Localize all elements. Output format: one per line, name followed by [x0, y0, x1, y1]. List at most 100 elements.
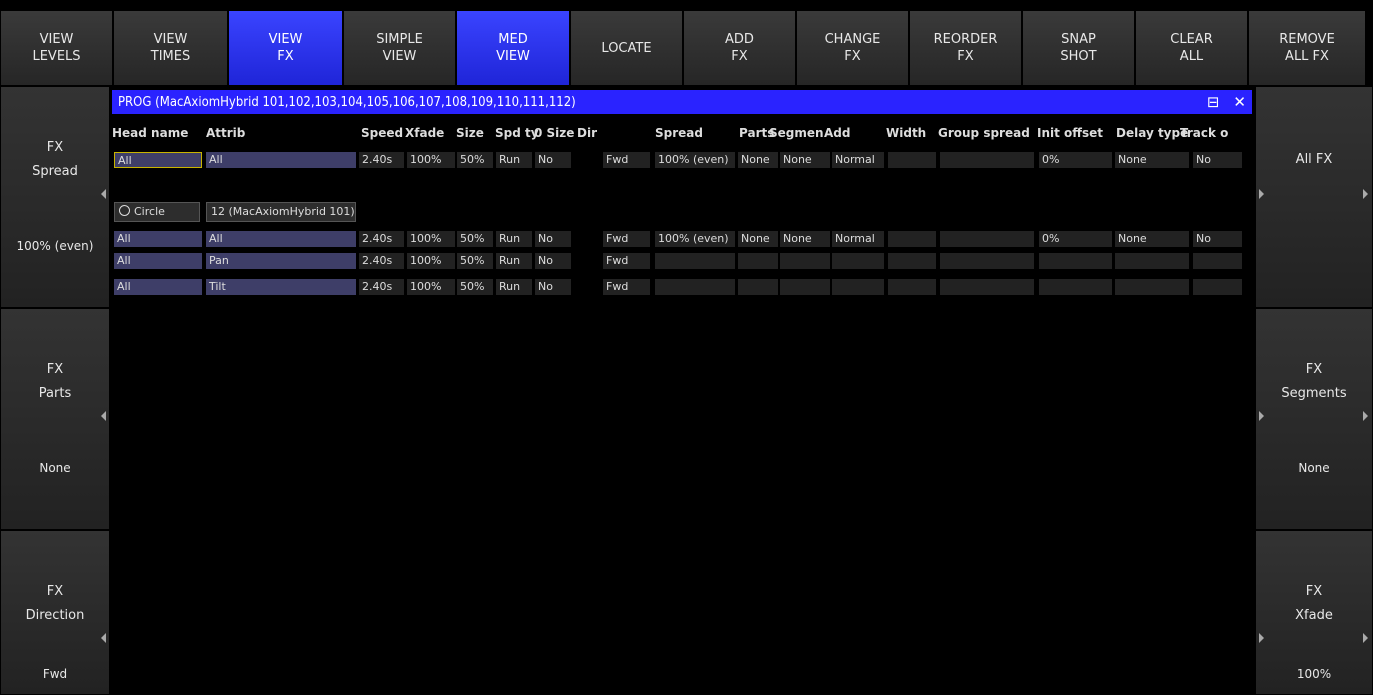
table-cell[interactable]: [940, 152, 1034, 168]
right-softkey-fx-xfade[interactable]: FX Xfade 100%: [1255, 530, 1373, 695]
table-cell[interactable]: No: [1193, 152, 1242, 168]
right-softkey-fx-segments[interactable]: FX Segments None: [1255, 308, 1373, 530]
toolbar-button-locate[interactable]: LOCATE: [570, 10, 683, 86]
table-cell[interactable]: 2.40s: [359, 253, 404, 269]
left-softkey-fx-direction[interactable]: FX Direction Fwd: [0, 530, 110, 695]
table-cell[interactable]: [780, 279, 830, 295]
column-header[interactable]: Head name: [112, 126, 188, 140]
column-header[interactable]: Delay type: [1116, 126, 1188, 140]
minimize-icon[interactable]: ⊟: [1207, 93, 1220, 111]
toolbar-button-clear-all[interactable]: CLEAR ALL: [1135, 10, 1248, 86]
toolbar-button-remove-all-fx[interactable]: REMOVE ALL FX: [1248, 10, 1366, 86]
table-cell[interactable]: All: [114, 231, 202, 247]
table-cell[interactable]: [1039, 253, 1112, 269]
column-header[interactable]: Spread: [655, 126, 703, 140]
column-header[interactable]: Add: [824, 126, 850, 140]
column-header[interactable]: Attrib: [206, 126, 245, 140]
left-softkey-fx-parts[interactable]: FX Parts None: [0, 308, 110, 530]
table-cell[interactable]: 2.40s: [359, 152, 404, 168]
column-header[interactable]: Width: [886, 126, 926, 140]
table-cell[interactable]: 0%: [1039, 152, 1112, 168]
table-cell[interactable]: Fwd: [603, 231, 650, 247]
table-cell[interactable]: [940, 231, 1034, 247]
column-header[interactable]: Track o: [1180, 126, 1228, 140]
table-cell[interactable]: 100%: [407, 231, 455, 247]
table-cell[interactable]: [888, 231, 936, 247]
table-cell[interactable]: Fwd: [603, 253, 650, 269]
column-header[interactable]: Dir: [577, 126, 597, 140]
table-cell[interactable]: 100%: [407, 152, 455, 168]
table-cell[interactable]: 100%: [407, 279, 455, 295]
table-cell[interactable]: No: [535, 152, 571, 168]
table-cell[interactable]: None: [780, 152, 830, 168]
toolbar-button-simple-view[interactable]: SIMPLE VIEW: [343, 10, 456, 86]
table-cell[interactable]: Normal: [832, 152, 884, 168]
circle-button[interactable]: Circle: [114, 202, 200, 222]
table-cell[interactable]: No: [535, 253, 571, 269]
column-header[interactable]: Speed: [361, 126, 403, 140]
table-cell[interactable]: No: [1193, 231, 1242, 247]
table-cell[interactable]: No: [535, 279, 571, 295]
table-cell[interactable]: 50%: [457, 231, 493, 247]
column-header[interactable]: Segmen: [769, 126, 824, 140]
table-cell[interactable]: None: [1115, 231, 1189, 247]
toolbar-button-reorder-fx[interactable]: REORDER FX: [909, 10, 1022, 86]
table-cell[interactable]: 100%: [407, 253, 455, 269]
toolbar-button-add-fx[interactable]: ADD FX: [683, 10, 796, 86]
table-cell[interactable]: 50%: [457, 253, 493, 269]
table-cell[interactable]: Run: [496, 152, 532, 168]
column-header[interactable]: Group spread: [938, 126, 1030, 140]
toolbar-button-view-fx[interactable]: VIEW FX: [228, 10, 343, 86]
table-cell[interactable]: Run: [496, 253, 532, 269]
table-cell[interactable]: None: [738, 231, 778, 247]
table-cell[interactable]: None: [780, 231, 830, 247]
table-cell[interactable]: Run: [496, 231, 532, 247]
toolbar-button-view-times[interactable]: VIEW TIMES: [113, 10, 228, 86]
column-header[interactable]: Size: [456, 126, 484, 140]
toolbar-button-view-levels[interactable]: VIEW LEVELS: [0, 10, 113, 86]
table-cell[interactable]: [888, 152, 936, 168]
close-icon[interactable]: ✕: [1233, 93, 1246, 111]
table-cell[interactable]: 50%: [457, 279, 493, 295]
table-cell[interactable]: 2.40s: [359, 279, 404, 295]
table-cell[interactable]: No: [535, 231, 571, 247]
table-cell[interactable]: Fwd: [603, 152, 650, 168]
column-header[interactable]: Spd ty: [495, 126, 539, 140]
table-cell[interactable]: [738, 253, 778, 269]
table-cell[interactable]: [940, 253, 1034, 269]
table-cell[interactable]: 2.40s: [359, 231, 404, 247]
toolbar-button-snap-shot[interactable]: SNAP SHOT: [1022, 10, 1135, 86]
table-cell[interactable]: [1193, 253, 1242, 269]
table-cell[interactable]: Pan: [206, 253, 356, 269]
column-header[interactable]: Xfade: [405, 126, 444, 140]
table-cell[interactable]: All: [206, 152, 356, 168]
table-cell[interactable]: [780, 253, 830, 269]
toolbar-button-change-fx[interactable]: CHANGE FX: [796, 10, 909, 86]
table-cell[interactable]: [655, 279, 735, 295]
table-cell[interactable]: [1115, 253, 1189, 269]
table-cell[interactable]: 100% (even): [655, 231, 735, 247]
table-cell[interactable]: [940, 279, 1034, 295]
table-cell[interactable]: Fwd: [603, 279, 650, 295]
table-cell[interactable]: All: [114, 253, 202, 269]
column-header[interactable]: 0 Size: [534, 126, 574, 140]
table-cell[interactable]: All: [206, 231, 356, 247]
table-cell[interactable]: None: [1115, 152, 1189, 168]
table-cell[interactable]: [888, 279, 936, 295]
toolbar-button-med-view[interactable]: MED VIEW: [456, 10, 570, 86]
table-cell[interactable]: Tilt: [206, 279, 356, 295]
table-cell[interactable]: Normal: [832, 231, 884, 247]
table-cell[interactable]: Run: [496, 279, 532, 295]
table-cell[interactable]: 50%: [457, 152, 493, 168]
table-cell[interactable]: [832, 279, 884, 295]
right-softkey-all-fx[interactable]: All FX: [1255, 86, 1373, 308]
table-cell[interactable]: None: [738, 152, 778, 168]
table-cell[interactable]: 0%: [1039, 231, 1112, 247]
table-cell[interactable]: [1115, 279, 1189, 295]
table-cell[interactable]: [1039, 279, 1112, 295]
table-cell[interactable]: All: [114, 152, 202, 168]
column-header[interactable]: Init offset: [1037, 126, 1103, 140]
table-cell[interactable]: [655, 253, 735, 269]
table-cell[interactable]: [1193, 279, 1242, 295]
table-cell[interactable]: 100% (even): [655, 152, 735, 168]
